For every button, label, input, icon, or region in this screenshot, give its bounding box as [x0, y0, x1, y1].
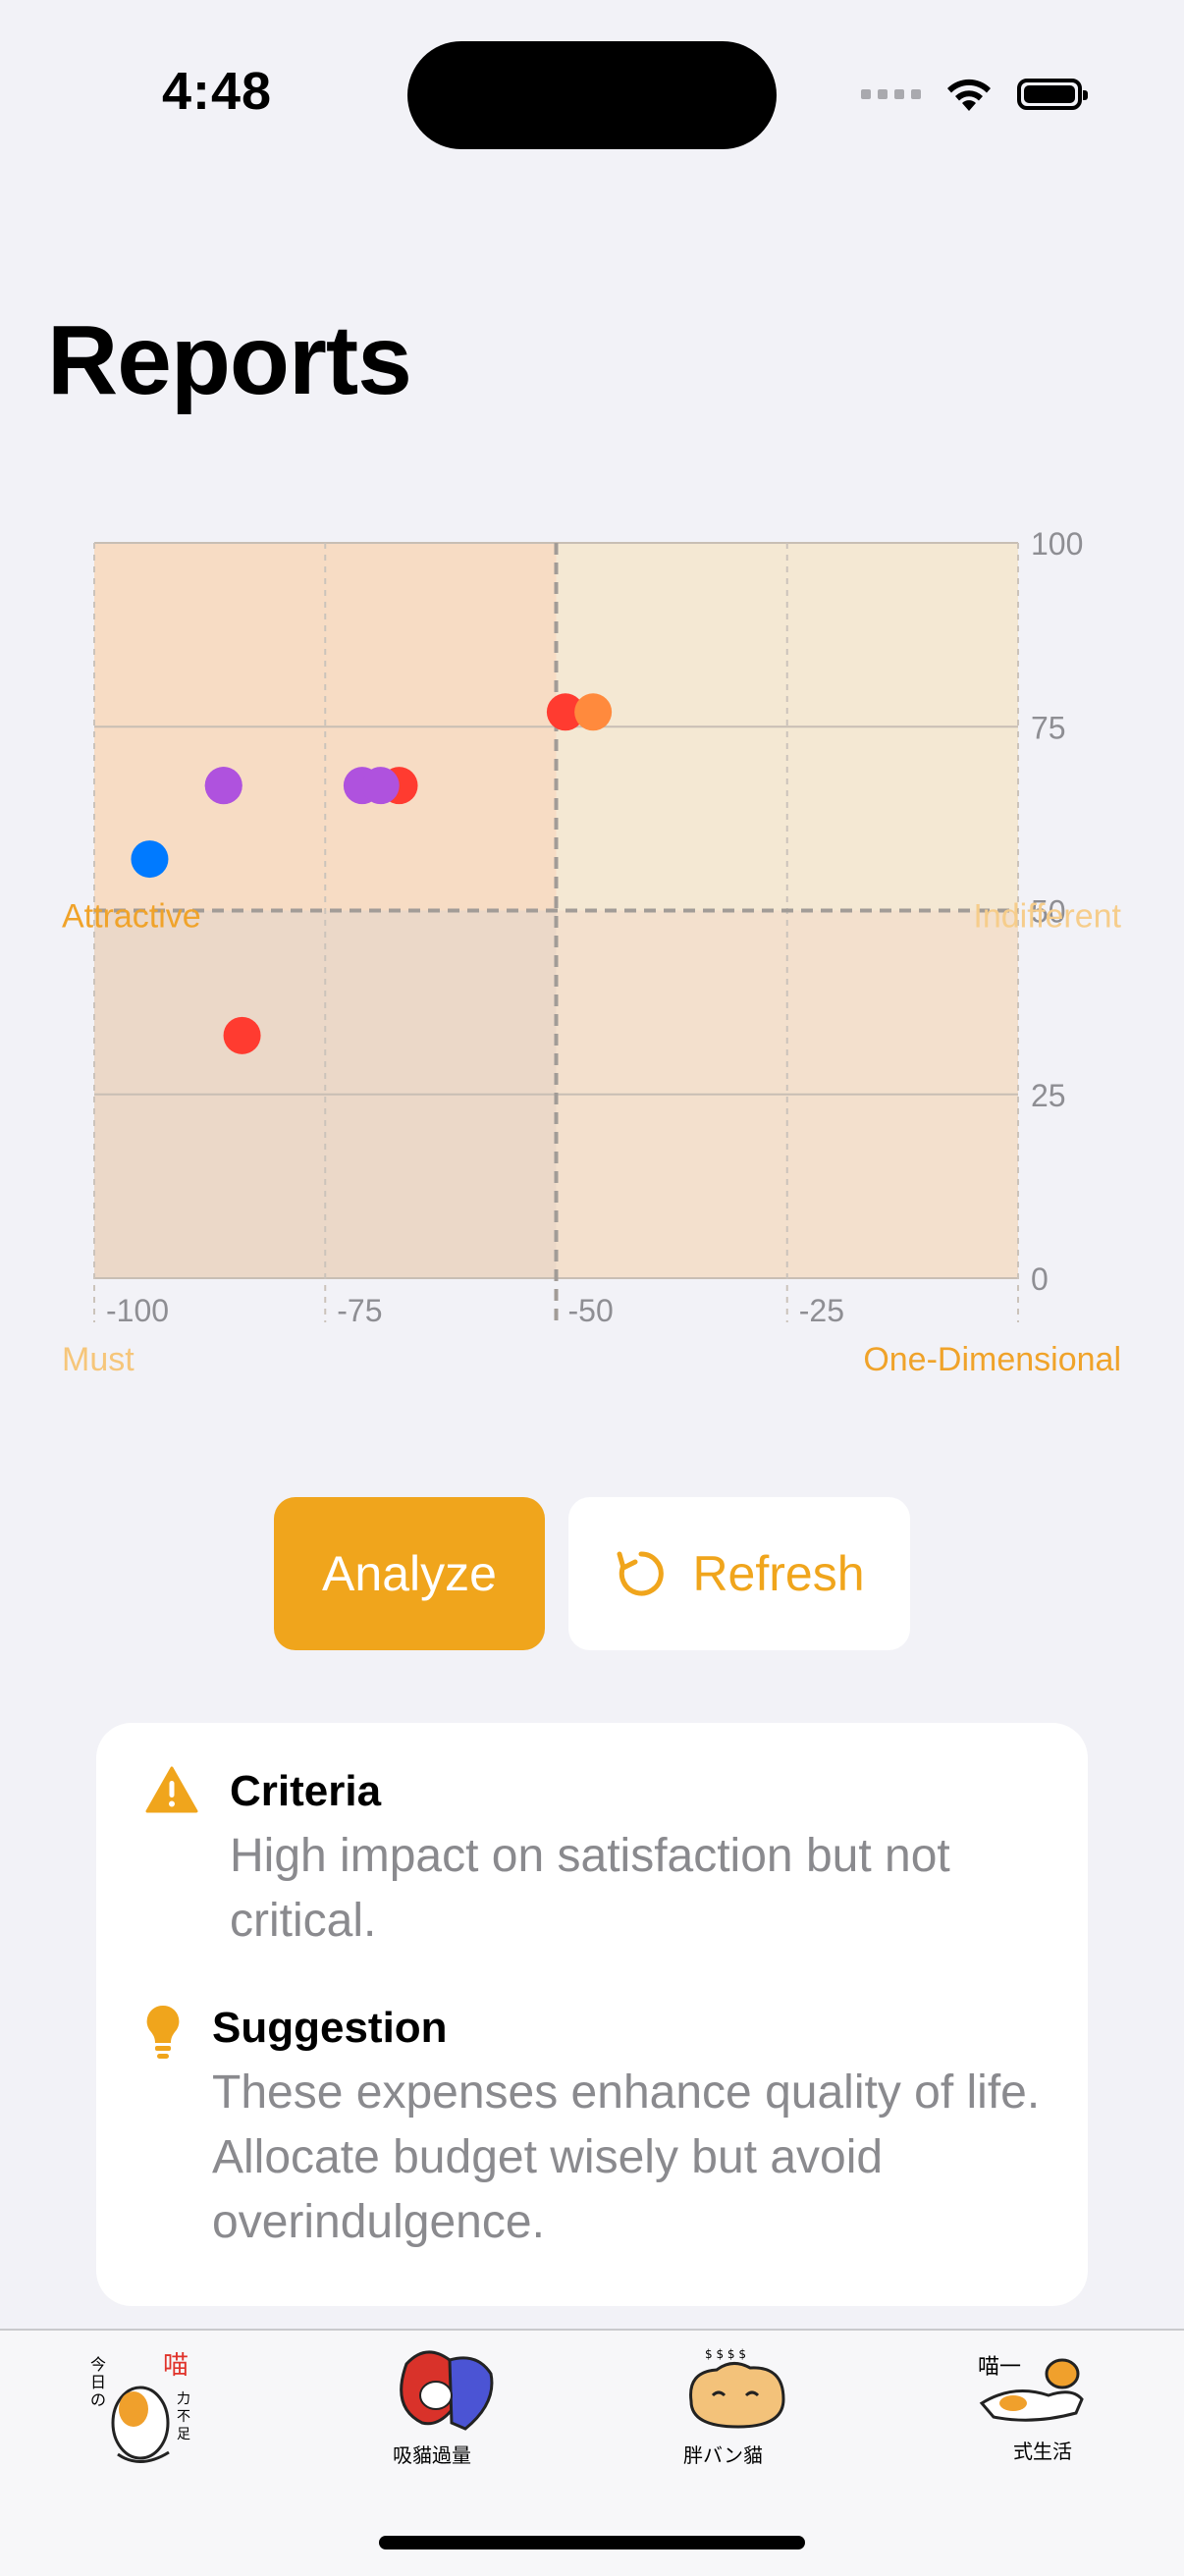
tab-2-capsule-sticker-icon[interactable]: 吸貓過量 [387, 2344, 505, 2472]
refresh-button[interactable]: Refresh [568, 1497, 910, 1650]
criteria-title: Criteria [230, 1767, 382, 1815]
wifi-icon [947, 79, 991, 111]
status-icons [861, 69, 1088, 120]
data-point [361, 767, 400, 805]
cellular-signal-icon [861, 89, 921, 99]
x-tick-label: -75 [337, 1293, 382, 1328]
battery-icon [1017, 79, 1088, 110]
kano-scatter-chart: 1007550250-100 -75 -50 -25Attractive Indiffe… [62, 526, 1122, 1378]
svg-text:今: 今 [90, 2355, 106, 2374]
svg-text:足: 足 [177, 2427, 190, 2442]
svg-text:式生活: 式生活 [1013, 2440, 1072, 2463]
svg-text:喵一: 喵一 [978, 2355, 1021, 2380]
refresh-icon [617, 1551, 665, 1596]
y-tick-label: 25 [1031, 1078, 1066, 1113]
data-point [131, 840, 169, 879]
tab-1-cat-sticker-icon[interactable]: 今 日 の 喵 力 不 足 [86, 2344, 204, 2472]
svg-text:力: 力 [177, 2391, 190, 2407]
home-indicator [379, 2536, 805, 2549]
tab-3-bread-sticker-icon[interactable]: $ $ $ $ 胖バン貓 [677, 2344, 795, 2472]
svg-text:の: の [90, 2390, 106, 2409]
status-time: 4:48 [162, 62, 273, 121]
dynamic-island [407, 41, 777, 149]
svg-text:胖バン貓: 胖バン貓 [683, 2443, 763, 2467]
x-tick-label: -25 [799, 1293, 844, 1328]
svg-text:$ $ $ $: $ $ $ $ [705, 2347, 746, 2361]
suggestion-title: Suggestion [212, 2004, 448, 2052]
analyze-label: Analyze [322, 1546, 497, 1601]
data-point [223, 1016, 261, 1054]
warning-icon [145, 1766, 198, 1813]
svg-text:喵: 喵 [163, 2351, 188, 2381]
y-tick-label: 100 [1031, 526, 1083, 562]
lightbulb-icon [146, 2005, 180, 2059]
quadrant-label-indifferent: Indifferent [973, 898, 1121, 936]
analysis-card: Criteria High impact on satisfaction but… [96, 1723, 1088, 2306]
suggestion-text: These expenses enhance quality of life. … [212, 2066, 1041, 2248]
y-tick-label: 0 [1031, 1261, 1049, 1297]
tab-4-cat-lying-sticker-icon[interactable]: 喵一 式生活 [974, 2344, 1092, 2472]
quadrant-label-one-dimensional: One-Dimensional [863, 1341, 1121, 1378]
data-point [204, 767, 242, 805]
data-point [574, 693, 613, 731]
svg-text:不: 不 [177, 2409, 190, 2425]
analyze-button[interactable]: Analyze [274, 1497, 545, 1650]
svg-text:日: 日 [90, 2373, 106, 2391]
y-tick-label: 75 [1031, 710, 1066, 745]
x-tick-label: -50 [568, 1293, 614, 1328]
quadrant-label-must: Must [62, 1341, 135, 1378]
page-title: Reports [47, 305, 412, 415]
criteria-text: High impact on satisfaction but not crit… [230, 1830, 950, 1947]
refresh-label: Refresh [692, 1546, 865, 1601]
svg-text:吸貓過量: 吸貓過量 [393, 2443, 471, 2467]
x-tick-label: -100 [106, 1293, 169, 1328]
quadrant-label-attractive: Attractive [62, 898, 201, 936]
